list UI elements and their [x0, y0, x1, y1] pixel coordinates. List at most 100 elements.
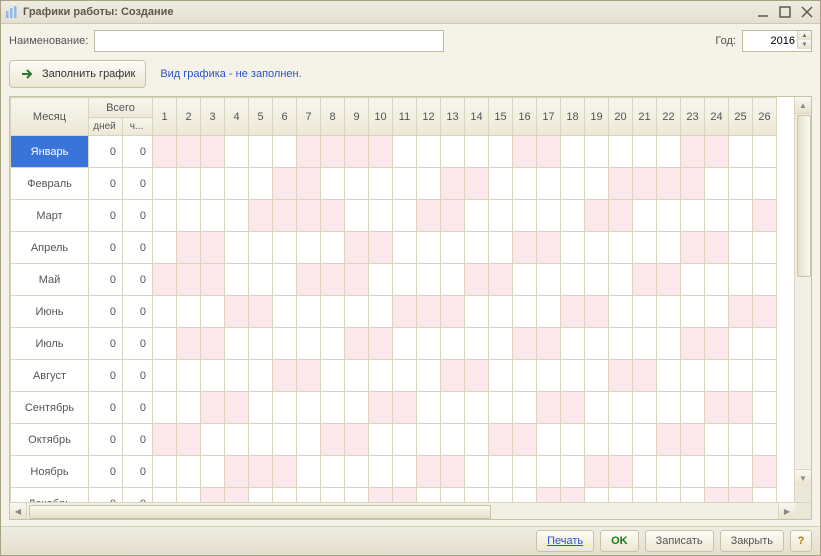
day-cell[interactable] [393, 488, 417, 503]
day-cell[interactable] [489, 328, 513, 360]
day-cell[interactable] [417, 136, 441, 168]
day-cell[interactable] [369, 264, 393, 296]
day-cell[interactable] [657, 488, 681, 503]
days-cell[interactable]: 0 [89, 232, 123, 264]
day-header-16[interactable]: 16 [513, 98, 537, 136]
day-cell[interactable] [585, 392, 609, 424]
day-cell[interactable] [513, 488, 537, 503]
day-cell[interactable] [681, 200, 705, 232]
day-cell[interactable] [561, 136, 585, 168]
day-cell[interactable] [489, 136, 513, 168]
day-cell[interactable] [537, 232, 561, 264]
day-cell[interactable] [369, 200, 393, 232]
day-cell[interactable] [249, 328, 273, 360]
hours-cell[interactable]: 0 [123, 488, 153, 503]
day-cell[interactable] [297, 456, 321, 488]
day-cell[interactable] [609, 264, 633, 296]
month-cell[interactable]: Февраль [11, 168, 89, 200]
day-cell[interactable] [201, 296, 225, 328]
day-cell[interactable] [513, 168, 537, 200]
day-cell[interactable] [177, 296, 201, 328]
day-header-13[interactable]: 13 [441, 98, 465, 136]
day-cell[interactable] [225, 136, 249, 168]
day-cell[interactable] [177, 488, 201, 503]
day-cell[interactable] [441, 136, 465, 168]
day-cell[interactable] [585, 360, 609, 392]
day-cell[interactable] [321, 136, 345, 168]
day-cell[interactable] [441, 328, 465, 360]
table-row[interactable]: Май00 [11, 264, 777, 296]
day-cell[interactable] [489, 392, 513, 424]
day-cell[interactable] [225, 168, 249, 200]
table-row[interactable]: Январь00 [11, 136, 777, 168]
hours-cell[interactable]: 0 [123, 328, 153, 360]
day-cell[interactable] [273, 392, 297, 424]
day-cell[interactable] [729, 424, 753, 456]
day-cell[interactable] [441, 296, 465, 328]
days-cell[interactable]: 0 [89, 328, 123, 360]
day-cell[interactable] [633, 456, 657, 488]
day-cell[interactable] [153, 488, 177, 503]
day-cell[interactable] [585, 232, 609, 264]
day-cell[interactable] [249, 360, 273, 392]
day-cell[interactable] [369, 488, 393, 503]
day-cell[interactable] [249, 488, 273, 503]
day-cell[interactable] [201, 168, 225, 200]
day-cell[interactable] [177, 328, 201, 360]
day-cell[interactable] [321, 264, 345, 296]
hours-header[interactable]: ч... [123, 118, 153, 136]
day-cell[interactable] [513, 264, 537, 296]
day-cell[interactable] [489, 232, 513, 264]
day-cell[interactable] [273, 360, 297, 392]
day-cell[interactable] [537, 392, 561, 424]
month-header[interactable]: Месяц [11, 98, 89, 136]
scroll-down-button[interactable]: ▼ [795, 469, 811, 486]
month-cell[interactable]: Январь [11, 136, 89, 168]
day-cell[interactable] [753, 168, 777, 200]
day-cell[interactable] [609, 488, 633, 503]
day-cell[interactable] [705, 360, 729, 392]
hours-cell[interactable]: 0 [123, 392, 153, 424]
day-cell[interactable] [369, 136, 393, 168]
day-cell[interactable] [729, 488, 753, 503]
day-cell[interactable] [441, 264, 465, 296]
day-cell[interactable] [201, 328, 225, 360]
horizontal-scroll-thumb[interactable] [29, 505, 491, 519]
day-cell[interactable] [441, 168, 465, 200]
day-cell[interactable] [609, 392, 633, 424]
day-cell[interactable] [585, 168, 609, 200]
day-cell[interactable] [201, 232, 225, 264]
day-cell[interactable] [321, 296, 345, 328]
day-cell[interactable] [633, 232, 657, 264]
day-cell[interactable] [537, 136, 561, 168]
day-cell[interactable] [753, 456, 777, 488]
vertical-scroll-thumb[interactable] [797, 115, 811, 277]
day-cell[interactable] [177, 360, 201, 392]
day-cell[interactable] [345, 232, 369, 264]
day-cell[interactable] [465, 200, 489, 232]
day-cell[interactable] [273, 232, 297, 264]
day-cell[interactable] [345, 328, 369, 360]
day-cell[interactable] [417, 360, 441, 392]
day-cell[interactable] [249, 296, 273, 328]
day-cell[interactable] [729, 456, 753, 488]
table-row[interactable]: Декабрь00 [11, 488, 777, 503]
day-cell[interactable] [393, 392, 417, 424]
day-cell[interactable] [369, 328, 393, 360]
table-row[interactable]: Июнь00 [11, 296, 777, 328]
day-cell[interactable] [345, 168, 369, 200]
day-header-9[interactable]: 9 [345, 98, 369, 136]
day-cell[interactable] [729, 232, 753, 264]
day-cell[interactable] [633, 424, 657, 456]
month-cell[interactable]: Июль [11, 328, 89, 360]
day-cell[interactable] [177, 136, 201, 168]
day-cell[interactable] [297, 328, 321, 360]
days-cell[interactable]: 0 [89, 424, 123, 456]
close-form-button[interactable]: Закрыть [720, 530, 784, 552]
day-cell[interactable] [153, 360, 177, 392]
day-cell[interactable] [297, 392, 321, 424]
day-cell[interactable] [297, 264, 321, 296]
day-cell[interactable] [657, 232, 681, 264]
day-cell[interactable] [705, 168, 729, 200]
day-cell[interactable] [177, 264, 201, 296]
